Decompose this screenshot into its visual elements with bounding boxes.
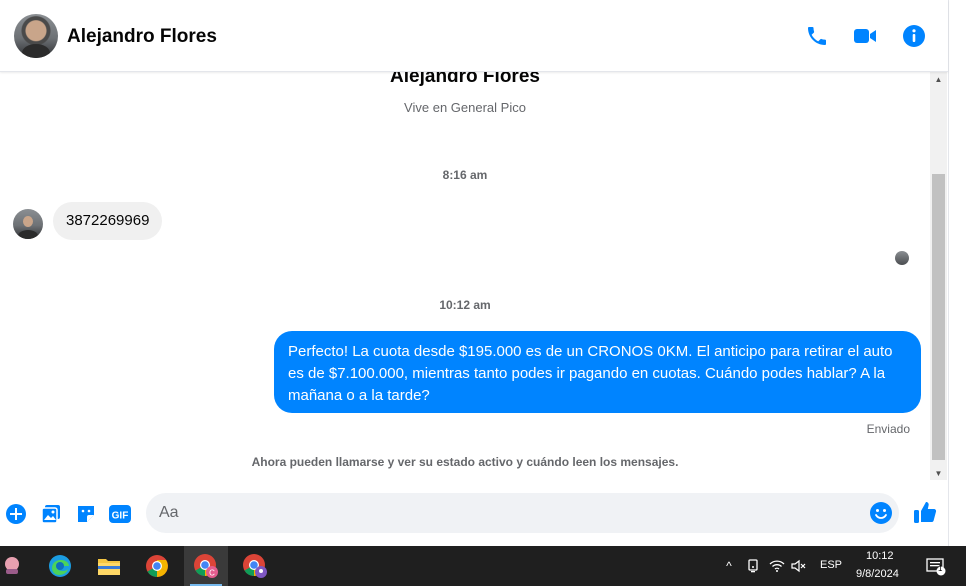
- thumbs-up-icon[interactable]: [911, 500, 939, 524]
- gif-label: GIF: [112, 511, 129, 522]
- thread-scrollbar[interactable]: ▲ ▼: [930, 72, 947, 480]
- info-icon[interactable]: [900, 22, 928, 50]
- message-timestamp: 10:12 am: [439, 298, 491, 312]
- contact-avatar-small[interactable]: [13, 209, 43, 239]
- app-icon[interactable]: [0, 546, 34, 586]
- wifi-icon[interactable]: [769, 558, 785, 574]
- notification-center-icon[interactable]: 1: [925, 557, 947, 577]
- message-composer: GIF: [0, 480, 948, 546]
- phone-icon[interactable]: [803, 22, 831, 50]
- video-camera-icon[interactable]: [851, 22, 879, 50]
- chrome-icon[interactable]: [135, 546, 179, 586]
- contact-avatar[interactable]: [14, 14, 58, 58]
- show-hidden-icons-chevron-icon[interactable]: ^: [721, 558, 737, 574]
- profile-subtitle: Vive en General Pico: [404, 100, 526, 115]
- message-thread[interactable]: Alejandro Flores Vive en General Pico 8:…: [0, 72, 930, 480]
- clock-time[interactable]: 10:12: [866, 550, 894, 562]
- chrome-profile-2-icon[interactable]: [233, 546, 277, 586]
- edge-icon[interactable]: [38, 546, 82, 586]
- volume-muted-icon[interactable]: [791, 558, 807, 574]
- scroll-down-arrow-icon[interactable]: ▼: [930, 466, 947, 480]
- scroll-up-arrow-icon[interactable]: ▲: [930, 72, 947, 86]
- message-input[interactable]: [146, 493, 899, 533]
- language-indicator[interactable]: ESP: [820, 559, 842, 571]
- plus-circle-icon[interactable]: [4, 502, 28, 526]
- chat-header: Alejandro Flores: [0, 0, 948, 72]
- chrome-profile-icon[interactable]: C: [184, 546, 228, 586]
- clock-date[interactable]: 9/8/2024: [856, 568, 899, 580]
- scroll-thumb[interactable]: [932, 174, 945, 460]
- contact-name[interactable]: Alejandro Flores: [67, 26, 217, 48]
- profile-name: Alejandro Flores: [390, 72, 540, 87]
- seen-avatar-icon: [895, 251, 909, 265]
- sticker-icon[interactable]: [74, 502, 98, 526]
- notification-count: 1: [938, 564, 943, 573]
- outgoing-message-bubble[interactable]: Perfecto! La cuota desde $195.000 es de …: [274, 331, 921, 413]
- message-timestamp: 8:16 am: [442, 168, 488, 182]
- photo-icon[interactable]: [39, 502, 63, 526]
- windows-taskbar: C ^ ESP 10:12 9/8/2024 1: [0, 546, 966, 586]
- window-edge: [948, 0, 966, 546]
- incoming-message-bubble[interactable]: 3872269969: [53, 202, 163, 240]
- file-explorer-icon[interactable]: [87, 546, 131, 586]
- device-icon[interactable]: [745, 558, 761, 574]
- emoji-icon[interactable]: [869, 501, 893, 525]
- call-notice: Ahora pueden llamarse y ver su estado ac…: [251, 455, 679, 469]
- gif-icon[interactable]: GIF: [108, 502, 132, 526]
- sent-status: Enviado: [866, 422, 910, 436]
- svg-text:C: C: [209, 569, 215, 578]
